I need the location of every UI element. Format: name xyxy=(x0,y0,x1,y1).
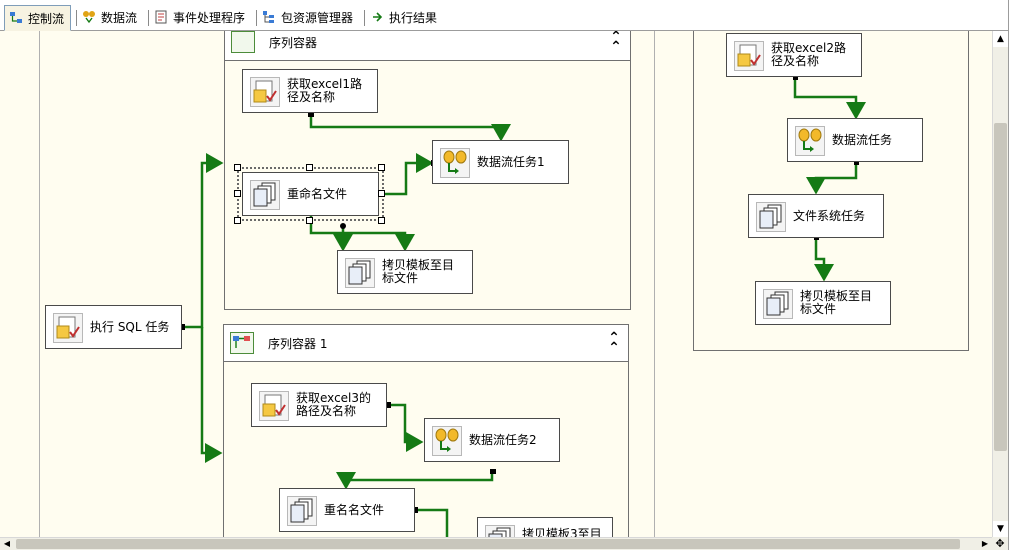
task-label: 文件系统任务 xyxy=(793,208,866,223)
tab-control-flow[interactable]: 控制流 xyxy=(4,5,72,31)
package-explorer-icon xyxy=(262,10,276,24)
scroll-left-icon[interactable]: ◀ xyxy=(0,538,14,550)
data-flow-task-icon xyxy=(795,126,825,156)
execute-sql-task-icon xyxy=(53,313,83,343)
control-flow-canvas[interactable]: 序列容器 ⌃ ⌃ 序列容器 1 ⌃ ⌃ 执行 SQL 任务 获取excel1路 … xyxy=(0,31,992,537)
window-edge xyxy=(1008,0,1020,550)
vertical-scrollbar[interactable]: ▲ ▼ xyxy=(992,31,1008,537)
data-flow-task-1[interactable]: 数据流任务1 xyxy=(432,140,569,184)
task-label: 数据流任务1 xyxy=(477,154,545,169)
tab-separator xyxy=(76,10,77,26)
task-label: 拷贝模板至目 标文件 xyxy=(800,289,873,316)
get-excel2-path-task[interactable]: 获取excel2路 径及名称 xyxy=(726,33,862,77)
scroll-right-icon[interactable]: ▶ xyxy=(978,538,992,550)
resize-handle[interactable] xyxy=(378,164,385,171)
horizontal-scroll-thumb[interactable] xyxy=(16,539,960,549)
tab-package-explorer[interactable]: 包资源管理器 xyxy=(258,6,359,28)
tab-label: 数据流 xyxy=(101,10,138,25)
resize-handle[interactable] xyxy=(234,217,241,224)
data-flow-task-2[interactable]: 数据流任务2 xyxy=(424,418,560,462)
resize-handle[interactable] xyxy=(234,190,241,197)
file-system-task[interactable]: 文件系统任务 xyxy=(748,194,884,238)
rename-file-task-2[interactable]: 重名名文件 xyxy=(279,488,415,532)
task-label: 拷贝模板至目 标文件 xyxy=(382,258,455,285)
copy-template-3-task[interactable]: 拷贝模板3至目 xyxy=(477,517,613,537)
resize-handle[interactable] xyxy=(378,217,385,224)
get-excel1-path-task[interactable]: 获取excel1路 径及名称 xyxy=(242,69,378,113)
data-flow-task-icon xyxy=(440,148,470,178)
rename-file-task[interactable]: 重命名文件 xyxy=(237,167,384,221)
resize-handle[interactable] xyxy=(306,217,313,224)
data-flow-icon xyxy=(82,10,96,24)
resize-handle[interactable] xyxy=(306,164,313,171)
task-label: 数据流任务 xyxy=(832,132,893,147)
tab-label: 控制流 xyxy=(28,11,65,26)
control-flow-icon xyxy=(9,11,23,25)
tab-separator xyxy=(364,10,365,26)
data-flow-task-icon xyxy=(432,426,462,456)
execute-sql-task[interactable]: 执行 SQL 任务 xyxy=(45,305,182,349)
task-label: 获取excel3的 路径及名称 xyxy=(296,391,372,418)
tab-separator xyxy=(148,10,149,26)
task-label: 拷贝模板3至目 xyxy=(522,527,602,538)
tab-data-flow[interactable]: 数据流 xyxy=(78,6,143,28)
task-label: 获取excel1路 径及名称 xyxy=(287,77,363,104)
horizontal-scrollbar[interactable]: ◀ ▶ xyxy=(0,537,992,550)
tab-event-handlers[interactable]: 事件处理程序 xyxy=(150,6,251,28)
script-task-icon xyxy=(250,77,280,107)
file-system-task-icon xyxy=(756,202,786,232)
script-task-icon xyxy=(259,391,289,421)
file-system-task-icon xyxy=(287,496,317,526)
get-excel3-path-task[interactable]: 获取excel3的 路径及名称 xyxy=(251,383,387,427)
task-label: 数据流任务2 xyxy=(469,432,537,447)
file-system-task-icon xyxy=(485,525,515,537)
vertical-scroll-thumb[interactable] xyxy=(994,123,1007,451)
scroll-up-icon[interactable]: ▲ xyxy=(993,31,1008,47)
event-handler-icon xyxy=(154,10,168,24)
designer-tab-bar: 控制流 数据流 事件处理程序 包资源管理器 执行结果 xyxy=(0,0,1008,31)
task-label: 获取excel2路 径及名称 xyxy=(771,41,847,68)
file-system-task-icon xyxy=(345,258,375,288)
tab-label: 事件处理程序 xyxy=(173,10,246,25)
pan-move-icon[interactable]: ✥ xyxy=(992,537,1008,550)
scroll-down-icon[interactable]: ▼ xyxy=(993,521,1008,537)
tab-separator xyxy=(256,10,257,26)
task-label: 重命名文件 xyxy=(287,186,348,201)
execution-results-icon xyxy=(370,10,384,24)
task-label: 重名名文件 xyxy=(324,502,385,517)
copy-template-task-2[interactable]: 拷贝模板至目 标文件 xyxy=(755,281,891,325)
file-system-task-icon xyxy=(250,180,280,210)
task-label: 执行 SQL 任务 xyxy=(90,319,170,334)
copy-template-task[interactable]: 拷贝模板至目 标文件 xyxy=(337,250,473,294)
script-task-icon xyxy=(734,41,764,71)
data-flow-task[interactable]: 数据流任务 xyxy=(787,118,923,162)
tab-execution-results[interactable]: 执行结果 xyxy=(366,6,443,28)
resize-handle[interactable] xyxy=(234,164,241,171)
file-system-task-icon xyxy=(763,289,793,319)
tab-label: 执行结果 xyxy=(389,10,438,25)
resize-handle[interactable] xyxy=(378,190,385,197)
tab-label: 包资源管理器 xyxy=(281,10,354,25)
